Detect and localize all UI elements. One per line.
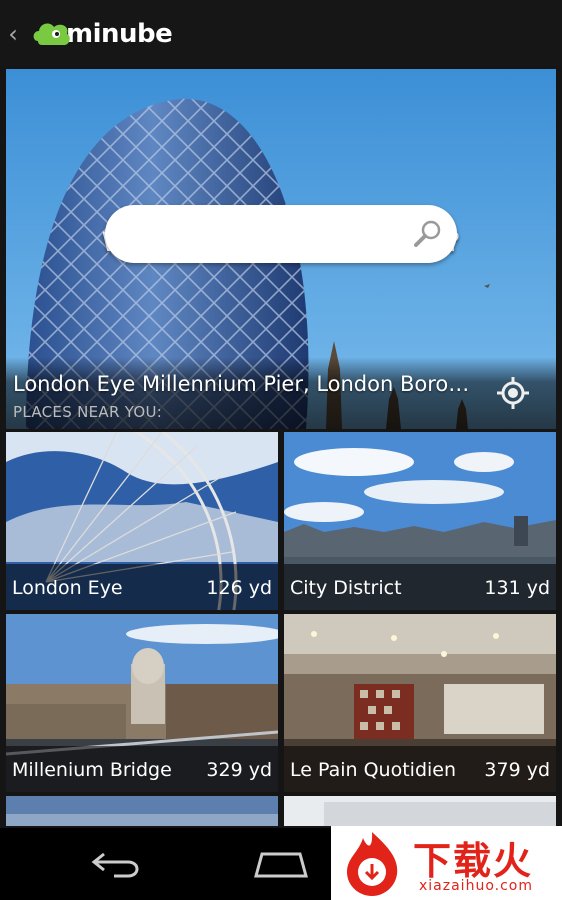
place-name: City District xyxy=(290,577,402,599)
search-input[interactable] xyxy=(125,217,409,253)
current-location-label[interactable]: London Eye Millennium Pier, London Boro… xyxy=(13,372,473,396)
place-distance: 131 yd xyxy=(484,577,550,599)
place-photo xyxy=(284,796,556,826)
place-photo xyxy=(6,796,278,826)
place-tile-partial[interactable] xyxy=(284,796,556,826)
back-arrow-icon[interactable] xyxy=(90,848,146,880)
locate-me-icon[interactable] xyxy=(496,376,530,410)
flame-logo-icon xyxy=(347,832,398,896)
place-distance: 379 yd xyxy=(484,759,550,781)
search-box[interactable] xyxy=(105,205,457,263)
place-name: Le Pain Quotidien xyxy=(290,759,457,781)
places-near-heading: PLACES NEAR YOU: xyxy=(13,403,163,421)
place-tile[interactable]: City District 131 yd xyxy=(284,432,556,610)
watermark: 下载火 xiazaihuo.com xyxy=(331,826,562,900)
logo-text: minube xyxy=(66,19,173,49)
back-chevron-icon[interactable]: ‹ xyxy=(4,19,22,49)
hero-banner: Where'd you like to go? London Eye Mille… xyxy=(6,69,556,429)
minube-cloud-icon xyxy=(33,23,70,46)
place-distance: 126 yd xyxy=(206,577,272,599)
place-distance: 329 yd xyxy=(206,759,272,781)
place-tile[interactable]: Le Pain Quotidien 379 yd xyxy=(284,614,556,792)
watermark-url: xiazaihuo.com xyxy=(419,878,533,894)
home-icon[interactable] xyxy=(252,848,310,880)
watermark-title: 下载火 xyxy=(413,839,534,883)
search-icon[interactable] xyxy=(413,219,443,249)
place-tile[interactable]: London Eye 126 yd xyxy=(6,432,278,610)
place-tile-partial[interactable] xyxy=(6,796,278,826)
place-name: Millenium Bridge xyxy=(12,759,172,781)
place-tile[interactable]: Millenium Bridge 329 yd xyxy=(6,614,278,792)
place-name: London Eye xyxy=(12,577,123,599)
action-bar: ‹ minube xyxy=(0,0,562,66)
app-logo[interactable]: minube xyxy=(32,16,173,52)
